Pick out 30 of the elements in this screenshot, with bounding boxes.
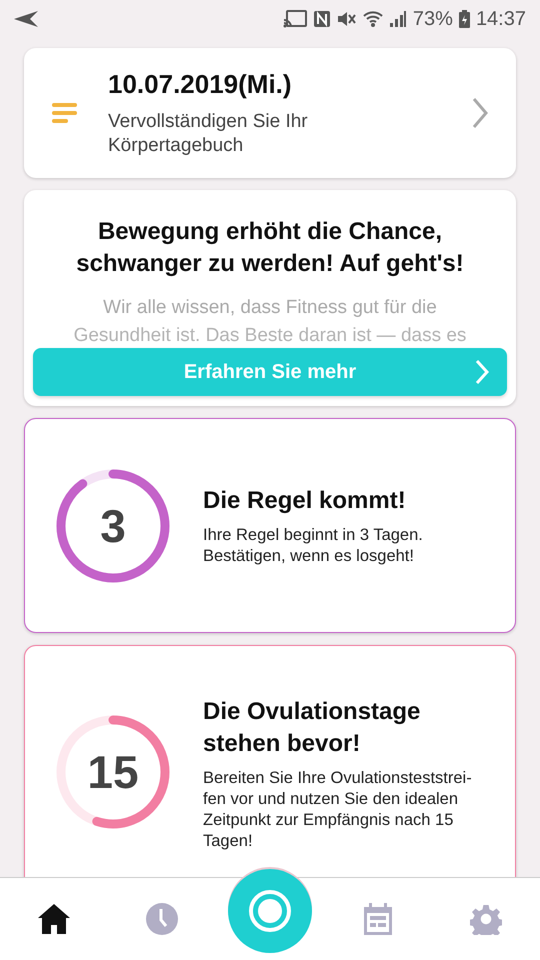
wifi-icon (362, 10, 383, 28)
clock-time: 14:37 (476, 8, 526, 30)
clock-icon[interactable] (146, 903, 178, 935)
cycle-card[interactable]: 15 Die Ovulationstage stehen bevor! Bereiten Sie Ihre Ovulationsteststrei- fen vor und nutzen Sie den idealen Zeitpunkt zur Empfängnis nach 15 Tagen! (24, 645, 516, 877)
diary-card[interactable]: 10.07.2019(Mi.) Vervollständigen Sie Ihr Körpertagebuch (24, 48, 516, 178)
cycle-card[interactable]: 3 Die Regel kommt! Ihre Regel beginnt in 3 Tagen. Bestätigen, wenn es losgeht! (24, 418, 516, 633)
target-icon (247, 888, 293, 934)
list-icon (52, 103, 78, 123)
nfc-icon (312, 10, 331, 28)
cycle-title: Die Ovulationstage stehen bevor! (203, 697, 422, 759)
chevron-right-icon (472, 97, 488, 129)
article-title: Bewegung erhöht die Chance, schwanger zu werden! Auf geht's! (75, 217, 465, 279)
back-arrow-icon[interactable] (14, 11, 38, 27)
battery-icon (458, 10, 470, 28)
diary-text: Vervollständigen Sie Ihr Körpertagebuch (108, 110, 309, 158)
day-count: 15 (87, 749, 139, 795)
chevron-right-icon (475, 359, 489, 385)
settings-icon[interactable] (470, 903, 502, 935)
cycle-text: Bereiten Sie Ihre Ovulationsteststrei- fen vor und nutzen Sie den idealen Zeitpunkt zur Empfängnis nach 15 Tagen! (203, 768, 473, 852)
article-body: Wir alle wissen, dass Fitness gut für die Gesundheit ist. Das Beste daran ist — dass es (74, 296, 466, 342)
day-count: 3 (100, 502, 126, 548)
cast-icon (282, 10, 307, 28)
calendar-icon[interactable] (362, 903, 394, 935)
signal-icon (388, 10, 407, 28)
diary-date: 10.07.2019(Mi.) (108, 68, 293, 100)
battery-percent: 73% (412, 8, 453, 30)
home-icon[interactable] (37, 903, 71, 935)
mute-icon (336, 10, 357, 28)
cycle-title: Die Regel kommt! (203, 486, 407, 516)
cycle-text: Ihre Regel beginnt in 3 Tagen. Bestätigen, wenn es losgeht! (203, 524, 423, 566)
